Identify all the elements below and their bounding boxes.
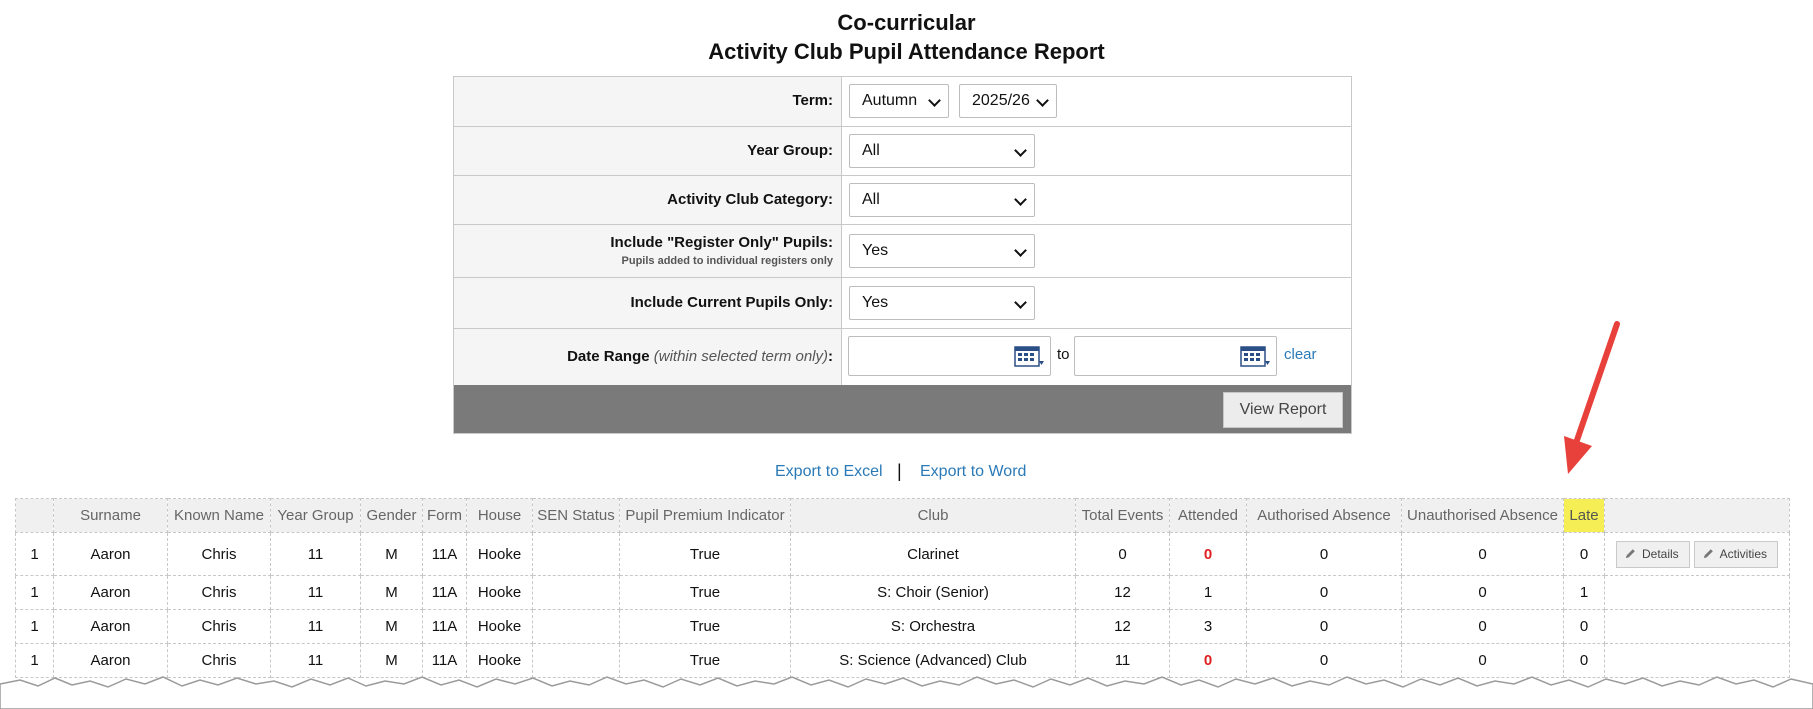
- date-range-note: (within selected term only): [653, 348, 828, 365]
- register-only-sublabel: Pupils added to individual registers onl…: [621, 255, 833, 267]
- annotation-arrow: [1564, 321, 1620, 474]
- column-header[interactable]: Authorised Absence: [1246, 498, 1402, 533]
- date-from-input[interactable]: [848, 336, 1051, 376]
- attendance-table: Surname Known Name Year Group Gender For…: [15, 498, 1790, 678]
- year-group-label: Year Group:: [747, 142, 833, 159]
- category-row: Activity Club Category: All: [454, 176, 1351, 225]
- date-to-input[interactable]: [1074, 336, 1277, 376]
- year-select[interactable]: 2025/26: [959, 84, 1057, 118]
- chevron-down-icon: [928, 94, 941, 107]
- category-select[interactable]: All: [849, 183, 1035, 217]
- details-button[interactable]: Details: [1615, 540, 1690, 568]
- pencil-icon: [1703, 548, 1713, 558]
- column-header[interactable]: Surname: [53, 498, 168, 533]
- chevron-down-icon: [1014, 296, 1027, 309]
- table-row: 1 Aaron Chris 11 M 11A Hooke True Clarin…: [15, 532, 1790, 576]
- term-row: Term: Autumn 2025/26: [454, 77, 1351, 127]
- category-label: Activity Club Category:: [667, 191, 833, 208]
- term-label: Term:: [792, 92, 833, 109]
- current-only-label: Include Current Pupils Only:: [630, 294, 833, 311]
- pencil-icon: [1625, 548, 1635, 558]
- view-report-button[interactable]: View Report: [1223, 392, 1343, 428]
- torn-edge: [0, 676, 1813, 709]
- column-header[interactable]: Total Events: [1075, 498, 1170, 533]
- column-header[interactable]: Pupil Premium Indicator: [619, 498, 791, 533]
- year-group-row: Year Group: All: [454, 127, 1351, 176]
- calendar-icon[interactable]: [1240, 346, 1270, 368]
- column-header: [15, 498, 54, 533]
- table-row: 1 Aaron Chris 11 M 11A Hooke True S: Orc…: [15, 609, 1790, 644]
- column-header[interactable]: Club: [790, 498, 1076, 533]
- current-only-row: Include Current Pupils Only: Yes: [454, 278, 1351, 329]
- attended-zero: 0: [1169, 532, 1247, 576]
- column-header[interactable]: SEN Status: [532, 498, 620, 533]
- clear-date-link[interactable]: clear: [1284, 346, 1317, 363]
- register-only-row: Include "Register Only" Pupils: Pupils a…: [454, 225, 1351, 278]
- page-title: Co-curricular: [837, 10, 976, 35]
- date-range-row: Date Range (within selected term only): …: [454, 329, 1351, 385]
- table-row: 1 Aaron Chris 11 M 11A Hooke True S: Cho…: [15, 575, 1790, 610]
- current-only-select[interactable]: Yes: [849, 286, 1035, 320]
- register-only-label: Include "Register Only" Pupils:: [610, 234, 833, 251]
- report-title: Activity Club Pupil Attendance Report: [708, 39, 1105, 64]
- term-select[interactable]: Autumn: [849, 84, 949, 118]
- export-excel-link[interactable]: Export to Excel: [775, 463, 883, 481]
- export-word-link[interactable]: Export to Word: [920, 463, 1026, 481]
- column-header[interactable]: Gender: [360, 498, 423, 533]
- column-header: [1604, 498, 1790, 533]
- late-column-header[interactable]: Late: [1563, 498, 1605, 533]
- chevron-down-icon: [1036, 94, 1049, 107]
- filter-footer: View Report: [454, 385, 1351, 433]
- column-header[interactable]: House: [466, 498, 533, 533]
- chevron-down-icon: [1014, 244, 1027, 257]
- year-group-select[interactable]: All: [849, 134, 1035, 168]
- to-label: to: [1057, 346, 1070, 363]
- date-range-label: Date Range: [567, 348, 650, 365]
- column-header[interactable]: Attended: [1169, 498, 1247, 533]
- chevron-down-icon: [1014, 144, 1027, 157]
- register-only-select[interactable]: Yes: [849, 234, 1035, 268]
- activities-button[interactable]: Activities: [1693, 540, 1779, 568]
- calendar-icon[interactable]: [1014, 346, 1044, 368]
- column-header[interactable]: Unauthorised Absence: [1401, 498, 1564, 533]
- filter-panel: Term: Autumn 2025/26 Year Group: All Act…: [453, 76, 1352, 434]
- column-header[interactable]: Form: [422, 498, 467, 533]
- column-header[interactable]: Year Group: [270, 498, 361, 533]
- column-header[interactable]: Known Name: [167, 498, 271, 533]
- export-separator: |: [897, 461, 902, 481]
- table-header: Surname Known Name Year Group Gender For…: [15, 498, 1790, 533]
- chevron-down-icon: [1014, 193, 1027, 206]
